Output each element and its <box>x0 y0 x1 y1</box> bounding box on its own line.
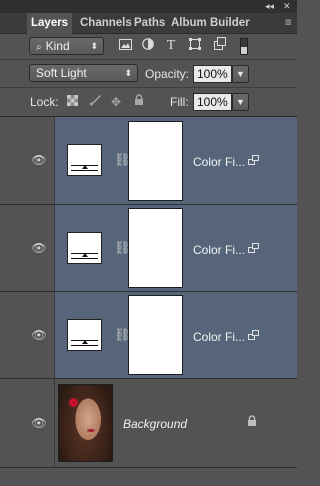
lock-image-icon[interactable] <box>86 93 104 111</box>
lock-row: Lock: ✥ Fill: 100% ▼ <box>0 90 297 114</box>
layer-mask-thumbnail[interactable] <box>128 121 183 201</box>
fill-slider-button[interactable]: ▼ <box>232 93 249 111</box>
layer-name[interactable]: Background <box>123 417 187 431</box>
layer-mask-thumbnail[interactable] <box>128 208 183 288</box>
layer-effects-icon[interactable] <box>248 330 260 341</box>
opacity-slider-button[interactable]: ▼ <box>232 65 249 83</box>
updown-arrows-icon: ⬍ <box>90 41 98 51</box>
shape-filter-icon[interactable] <box>186 35 204 57</box>
blend-mode-dropdown[interactable]: Soft Light ⬍ <box>29 64 138 82</box>
layer-row-color-fill-2[interactable]: 👁 ⛓ Color Fi... <box>0 205 297 292</box>
eye-icon[interactable]: 👁 <box>30 328 48 342</box>
lock-label: Lock: <box>30 95 59 109</box>
blend-row: Soft Light ⬍ Opacity: 100% ▼ <box>0 62 297 86</box>
background-photo-thumbnail[interactable] <box>58 384 113 462</box>
image-filter-icon[interactable] <box>116 35 134 57</box>
color-fill-thumbnail[interactable] <box>67 232 102 264</box>
layer-name[interactable]: Color Fi... <box>193 330 245 344</box>
layer-locked-icon[interactable] <box>247 415 257 430</box>
tab-layers[interactable]: Layers <box>27 13 73 35</box>
filter-kind-label: Kind <box>45 39 70 53</box>
layer-name[interactable]: Color Fi... <box>193 155 245 169</box>
filter-kind-dropdown[interactable]: ⌕ Kind ⬍ <box>29 37 104 55</box>
color-fill-thumbnail[interactable] <box>67 144 102 176</box>
layer-name[interactable]: Color Fi... <box>193 243 245 257</box>
tab-channels[interactable]: Channels <box>76 13 136 34</box>
tab-paths[interactable]: Paths <box>130 13 169 34</box>
smart-object-filter-icon[interactable] <box>211 35 229 57</box>
type-filter-icon[interactable]: T <box>162 35 180 57</box>
layer-row-color-fill-1[interactable]: 👁 ⛓ Color Fi... <box>0 117 297 205</box>
blend-mode-label: Soft Light <box>36 66 87 80</box>
lock-position-icon[interactable]: ✥ <box>107 93 125 111</box>
layer-effects-icon[interactable] <box>248 155 260 166</box>
collapse-panel-button[interactable]: ◂◂ <box>265 1 274 12</box>
filter-toggle-switch[interactable] <box>240 38 248 55</box>
panel-top-strip: ◂◂ ✕ <box>0 0 297 13</box>
updown-arrows-icon: ⬍ <box>124 68 132 78</box>
layer-filter-row: ⌕ Kind ⬍ T <box>0 35 297 58</box>
layer-effects-icon[interactable] <box>248 243 260 254</box>
close-panel-button[interactable]: ✕ <box>283 1 291 12</box>
panel-menu-icon[interactable]: ≡ <box>279 13 298 34</box>
fill-input[interactable]: 100% <box>193 93 232 111</box>
tab-album-builder[interactable]: Album Builder <box>167 13 254 34</box>
layer-row-background[interactable]: 👁 Background <box>0 379 297 468</box>
layers-empty-area <box>0 468 297 486</box>
lock-transparent-icon[interactable] <box>63 93 81 111</box>
lock-all-icon[interactable] <box>130 93 148 111</box>
search-icon: ⌕ <box>36 42 42 53</box>
adjustment-filter-icon[interactable] <box>139 35 157 57</box>
layer-mask-thumbnail[interactable] <box>128 295 183 375</box>
eye-icon[interactable]: 👁 <box>30 153 48 167</box>
eye-icon[interactable]: 👁 <box>30 241 48 255</box>
fill-label: Fill: <box>170 95 189 109</box>
eye-icon[interactable]: 👁 <box>30 416 48 430</box>
opacity-label: Opacity: <box>145 67 190 81</box>
panel-tab-bar: Layers Channels Paths Album Builder ≡ <box>0 13 298 35</box>
opacity-input[interactable]: 100% <box>193 65 232 83</box>
color-fill-thumbnail[interactable] <box>67 319 102 351</box>
layer-row-color-fill-3[interactable]: 👁 ⛓ Color Fi... <box>0 292 297 379</box>
